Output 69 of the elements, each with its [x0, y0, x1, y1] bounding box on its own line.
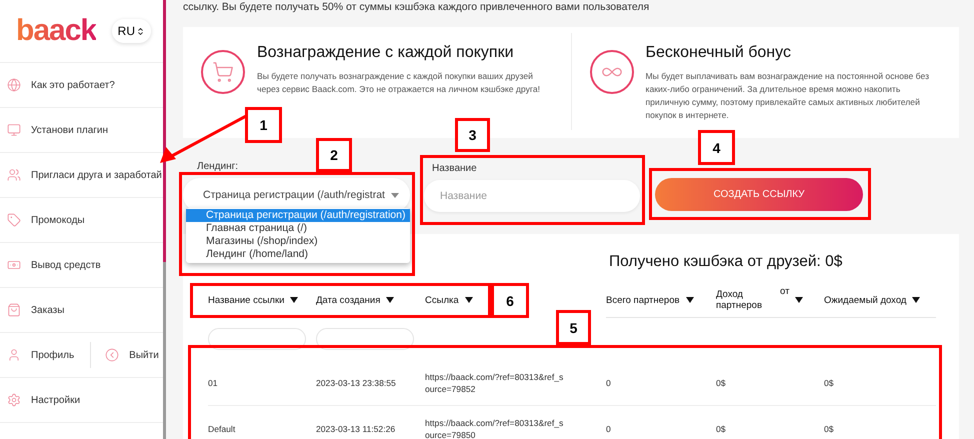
- annotation-number: 5: [556, 310, 591, 345]
- table-cell-text: https://baack.com/?ref=80313&ref_source=79852: [425, 370, 564, 396]
- table-cell: 0$: [716, 405, 824, 439]
- table-cell: 0: [606, 405, 716, 439]
- scrollbar[interactable]: [163, 0, 166, 439]
- name-input[interactable]: Название: [424, 180, 640, 212]
- table-cell: https://baack.com/?ref=80313&ref_source=79850: [425, 405, 606, 439]
- bag-icon: [7, 303, 21, 317]
- dropdown-option[interactable]: Магазины (/shop/index): [186, 235, 410, 248]
- dropdown-option[interactable]: Лендинг (/home/land): [186, 248, 410, 261]
- menu-item[interactable]: Пригласи друга и заработай: [7, 168, 162, 182]
- menu-item[interactable]: Вывод средств: [7, 258, 101, 272]
- column-header[interactable]: Название ссылки: [208, 294, 284, 306]
- sort-icon[interactable]: [386, 297, 394, 303]
- column-header-extra[interactable]: от: [780, 286, 790, 297]
- annotation-number: 4: [698, 130, 735, 165]
- menu-item[interactable]: Профиль: [7, 348, 74, 362]
- menu-item[interactable]: Настройки: [7, 393, 80, 407]
- menu-item[interactable]: Заказы: [7, 303, 64, 317]
- cart-icon: [212, 61, 234, 83]
- column-header[interactable]: Всего партнеров: [606, 294, 680, 306]
- create-link-button[interactable]: СОЗДАТЬ ССЫЛКУ: [655, 178, 863, 211]
- feature-title: Бесконечный бонус: [646, 44, 792, 62]
- person-icon: [7, 348, 21, 362]
- column-header[interactable]: Доход партнеров: [716, 289, 774, 311]
- menu-item[interactable]: Промокоды: [7, 213, 85, 227]
- sort-icon[interactable]: [290, 297, 298, 303]
- updown-icon: [136, 26, 145, 36]
- table-cell: 2023-03-13 11:52:26: [316, 405, 425, 439]
- feature-title: Вознаграждение с каждой покупки: [257, 44, 515, 62]
- feature-text: Вы будете получать вознаграждение с каждой покупки ваших друзей через сервис Baack.com. Это не отражается на личном кэшбэке друга!: [257, 70, 542, 96]
- scrollbar-thumb[interactable]: [163, 0, 166, 262]
- field-label: Название: [432, 163, 477, 174]
- table-cell-text: 0$: [716, 376, 727, 390]
- table-cell-text: 01: [208, 376, 219, 390]
- annotation-number: 2: [316, 138, 352, 172]
- table-cell-text: 0$: [824, 376, 835, 390]
- feature-text: Мы будет выплачивать вам вознаграждение на постоянной основе без каких-либо ограничений. За длительное время можно накопить приличную сумму, поэтому привлекайте самых активных любителей покупок в интернете.: [646, 70, 930, 122]
- column-header[interactable]: Дата создания: [316, 294, 380, 306]
- globe-icon: [7, 78, 21, 92]
- table-cell-text: 2023-03-13 23:38:55: [316, 376, 397, 390]
- annotation-number: 1: [245, 107, 282, 143]
- menu-item[interactable]: Как это работает?: [7, 78, 115, 92]
- column-header[interactable]: Ожидаемый доход: [824, 294, 906, 306]
- people-icon: [7, 168, 21, 182]
- monitor-icon: [7, 123, 21, 137]
- sort-icon[interactable]: [912, 297, 920, 303]
- annotation-number: 6: [491, 283, 529, 318]
- settings-icon: [7, 393, 21, 407]
- dropdown-option[interactable]: Страница регистрации (/auth/registration): [186, 209, 410, 222]
- back-arrow-circle-icon: [105, 348, 120, 362]
- field-label: Лендинг:: [197, 161, 238, 172]
- language-selector[interactable]: RU: [112, 19, 151, 43]
- menu-item[interactable]: Установи плагин: [7, 123, 108, 137]
- table-cell-text: 0: [606, 376, 612, 390]
- table-cell: 0$: [824, 405, 936, 439]
- banknote-icon: [7, 258, 21, 272]
- sort-icon[interactable]: [686, 297, 694, 303]
- intro-text: ссылку. Вы будете получать 50% от суммы кэшбэка каждого привлеченного вами пользователя: [183, 0, 650, 15]
- menu-item[interactable]: Выйти: [105, 348, 159, 362]
- tag-icon: [7, 213, 21, 227]
- table-cell: Default: [208, 405, 316, 439]
- annotation-number: 3: [455, 118, 490, 152]
- sort-icon[interactable]: [795, 297, 804, 303]
- earned-title: Получено кэшбэка от друзей: 0$: [609, 253, 844, 272]
- caret-icon: [390, 192, 399, 198]
- column-header[interactable]: Ссылка: [425, 294, 459, 306]
- dropdown-option[interactable]: Главная страница (/): [186, 222, 410, 235]
- sort-icon[interactable]: [464, 297, 473, 303]
